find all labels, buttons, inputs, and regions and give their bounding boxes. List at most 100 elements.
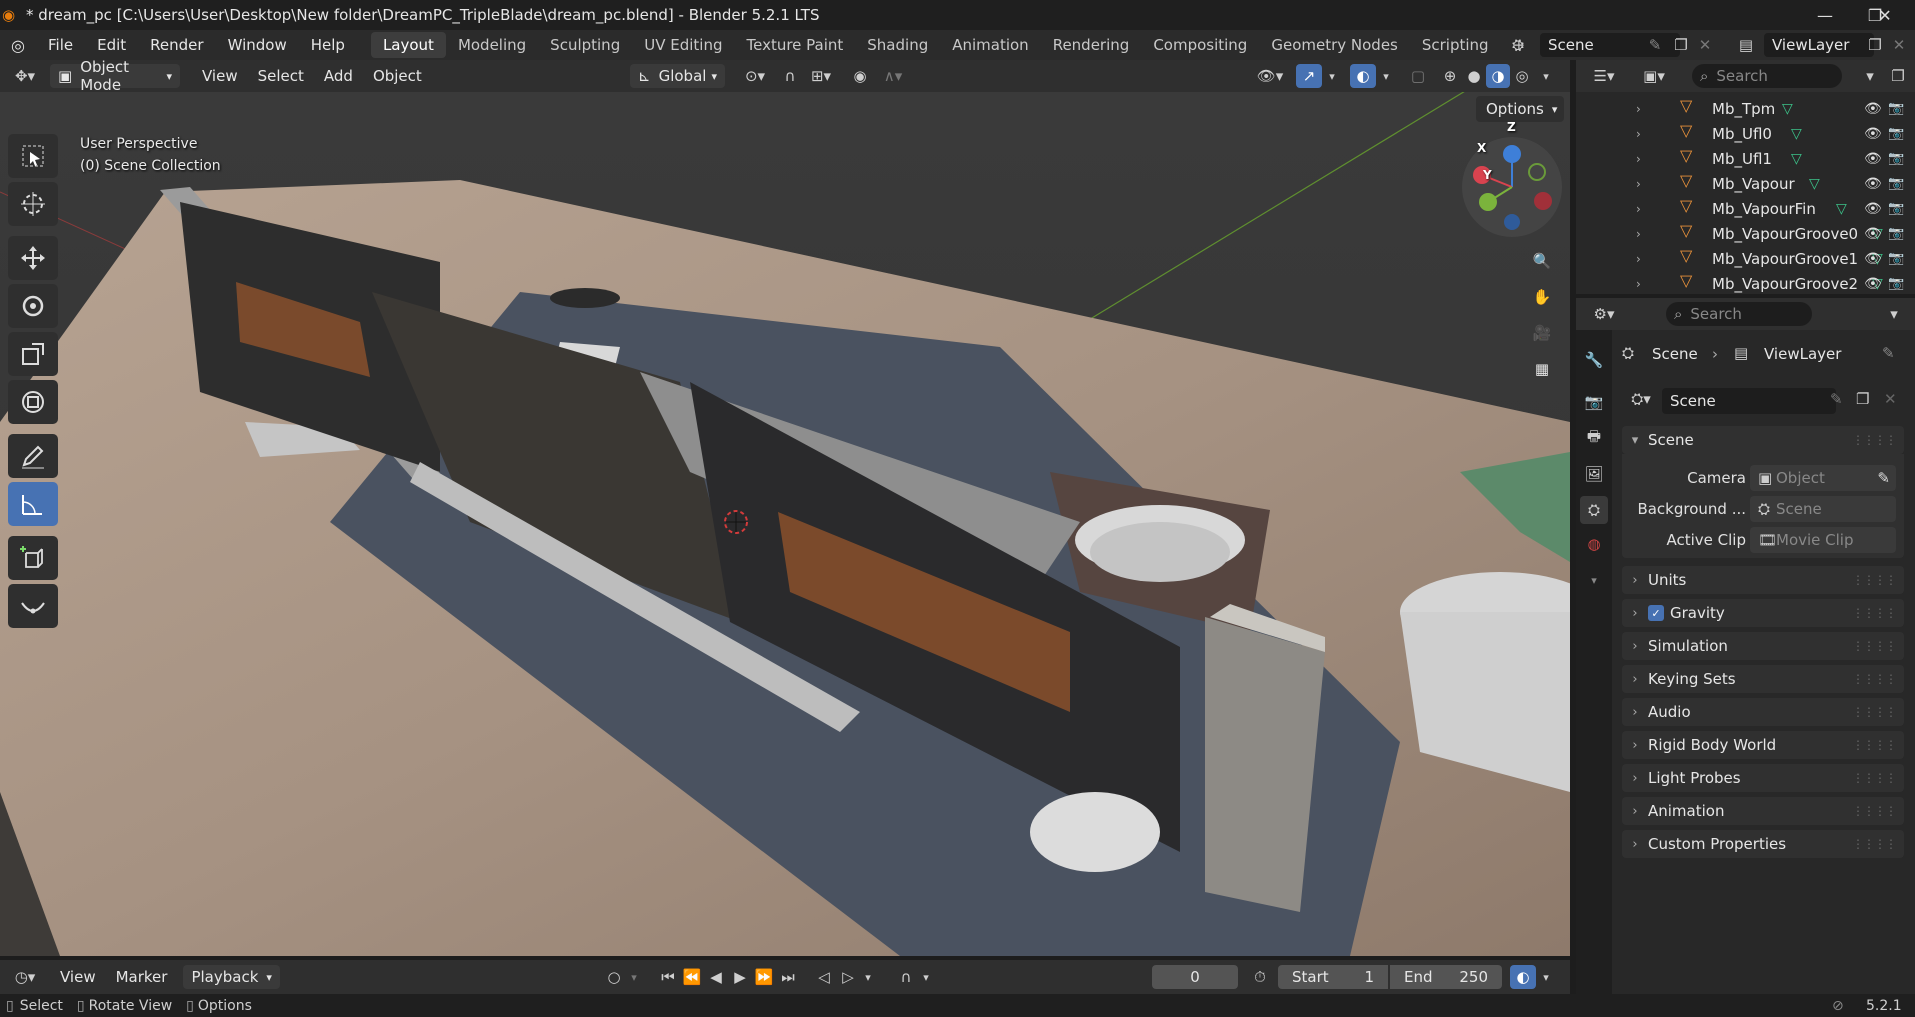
gizmo-x-label[interactable]: X (1477, 141, 1486, 155)
add-cube-tool[interactable] (8, 536, 58, 580)
visibility-eye-icon[interactable]: 👁 (1864, 251, 1882, 267)
transform-orientation-dropdown[interactable]: ⊾ Global ▾ (630, 64, 725, 88)
scene-datablock-icon[interactable]: ⛭▾ (1622, 390, 1660, 408)
visibility-eye-icon[interactable]: 👁 (1864, 176, 1882, 192)
drag-grip-icon[interactable]: ⋮⋮⋮⋮ (1852, 433, 1897, 447)
tab-layout[interactable]: Layout (370, 32, 446, 58)
end-frame-field[interactable]: End 250 (1390, 965, 1502, 989)
active-clip-field[interactable]: 🎞 Movie Clip (1750, 527, 1896, 553)
overlay-dropdown-icon[interactable]: ▾ (1378, 64, 1394, 88)
annotate-tool[interactable] (8, 434, 58, 478)
visibility-eye-icon[interactable]: 👁 (1864, 201, 1882, 217)
timeline-editor-type-icon[interactable]: ◷▾ (0, 968, 50, 986)
outliner-search[interactable]: ⌕ Search (1692, 64, 1842, 88)
panel-header[interactable]: › Audio ⋮⋮⋮⋮ (1622, 698, 1904, 726)
menu-edit[interactable]: Edit (85, 32, 138, 58)
more-tabs-chevron-icon[interactable]: ▾ (1580, 566, 1608, 594)
expand-chevron-icon[interactable]: › (1636, 127, 1641, 141)
delete-view-layer-icon[interactable]: ✕ (1888, 34, 1910, 56)
tab-texture-paint[interactable]: Texture Paint (734, 32, 855, 58)
jump-keyframe-forward-icon[interactable]: ⏩ (752, 965, 776, 989)
close-button[interactable]: ✕ (1860, 0, 1910, 30)
panel-header[interactable]: › Keying Sets ⋮⋮⋮⋮ (1622, 665, 1904, 693)
prev-keyframe-icon[interactable]: ◁ (812, 965, 836, 989)
jump-end-icon[interactable]: ⏭ (776, 965, 800, 989)
tab-rendering[interactable]: Rendering (1041, 32, 1142, 58)
outliner-item[interactable]: › ▽ Mb_VapourGroove1 ▽ 👁 📷 (1576, 246, 1915, 271)
expand-chevron-icon[interactable]: › (1636, 252, 1641, 266)
expand-chevron-icon[interactable]: › (1636, 152, 1641, 166)
play-icon[interactable]: ▶ (728, 965, 752, 989)
outliner-item[interactable]: › ▽ Mb_Ufl1 ▽ 👁 📷 (1576, 146, 1915, 171)
current-frame-field[interactable]: 0 (1152, 965, 1238, 989)
select-box-tool[interactable] (8, 134, 58, 178)
ortho-grid-icon[interactable]: ▦ (1527, 354, 1557, 384)
world-tab-icon[interactable]: ◍ (1580, 530, 1608, 558)
viewport-menu-view[interactable]: View (192, 64, 248, 88)
snap-target-icon[interactable]: ⊞▾ (804, 64, 838, 88)
move-tool[interactable] (8, 236, 58, 280)
visibility-icon[interactable]: 👁▾ (1250, 64, 1290, 88)
tool-settings-tab-icon[interactable]: 🔧 (1580, 346, 1608, 374)
snapping-magnet-icon[interactable]: ∩ (894, 965, 918, 989)
drag-grip-icon[interactable]: ⋮⋮⋮⋮ (1852, 606, 1897, 620)
scale-tool[interactable] (8, 332, 58, 376)
snap-icon[interactable]: ∩ (778, 64, 802, 88)
gizmo-toggle-icon[interactable]: ↗ (1296, 64, 1322, 88)
visibility-eye-icon[interactable]: 👁 (1864, 101, 1882, 117)
scene-panel-header[interactable]: ▾ Scene ⋮⋮⋮⋮ (1622, 426, 1904, 454)
gizmo-dropdown-icon[interactable]: ▾ (1324, 64, 1340, 88)
pan-hand-icon[interactable]: ✋ (1527, 282, 1557, 312)
outliner-item[interactable]: › ▽ Mb_Ufl0 ▽ 👁 📷 (1576, 121, 1915, 146)
display-mode-icon[interactable]: ▣▾ (1634, 64, 1674, 88)
panel-header[interactable]: › Units ⋮⋮⋮⋮ (1622, 566, 1904, 594)
outliner-item[interactable]: › ▽ Mb_VapourFin ▽ 👁 📷 (1576, 196, 1915, 221)
panel-header[interactable]: › Simulation ⋮⋮⋮⋮ (1622, 632, 1904, 660)
3d-viewport[interactable]: Z X Y User Perspective (0) Scene Collect… (0, 92, 1570, 956)
mesh-data-icon[interactable]: ▽ (1809, 176, 1820, 192)
zoom-icon[interactable]: 🔍 (1527, 246, 1557, 276)
gizmo-y-label[interactable]: Y (1483, 168, 1492, 182)
panel-header[interactable]: › Custom Properties ⋮⋮⋮⋮ (1622, 830, 1904, 858)
viewport-menu-add[interactable]: Add (314, 64, 363, 88)
visibility-eye-icon[interactable]: 👁 (1864, 126, 1882, 142)
drag-grip-icon[interactable]: ⋮⋮⋮⋮ (1852, 672, 1897, 686)
pin-icon[interactable]: ✎ (1882, 344, 1895, 362)
minimize-button[interactable]: — (1800, 0, 1850, 30)
eyedropper-icon[interactable]: ✎ (1877, 469, 1890, 487)
object-mode-dropdown[interactable]: ▣ Object Mode ▾ (50, 58, 180, 94)
outliner-item[interactable]: › ▽ Mb_Vapour ▽ 👁 📷 (1576, 171, 1915, 196)
snapping-dropdown-icon[interactable]: ▾ (918, 965, 934, 989)
tab-uv-editing[interactable]: UV Editing (632, 32, 734, 58)
mesh-data-icon[interactable]: ▽ (1836, 201, 1847, 217)
gizmo-z-label[interactable]: Z (1507, 120, 1516, 134)
timeline-overlay-dropdown-icon[interactable]: ▾ (1538, 965, 1554, 989)
jump-start-icon[interactable]: ⏮ (656, 965, 680, 989)
camera-view-icon[interactable]: 🎥 (1527, 318, 1557, 348)
render-camera-icon[interactable]: 📷 (1888, 276, 1904, 291)
tab-geometry-nodes[interactable]: Geometry Nodes (1259, 32, 1410, 58)
menu-help[interactable]: Help (299, 32, 357, 58)
next-keyframe-icon[interactable]: ▷ (836, 965, 860, 989)
play-reverse-icon[interactable]: ◀ (704, 965, 728, 989)
scene-icon[interactable]: ⛭ (1504, 34, 1532, 56)
render-camera-icon[interactable]: 📷 (1888, 126, 1904, 141)
keying-set-dropdown-icon[interactable]: ▾ (626, 965, 642, 989)
shading-dropdown-icon[interactable]: ▾ (1536, 64, 1556, 88)
scene-tab-icon[interactable]: ⛭ (1580, 496, 1608, 524)
render-camera-icon[interactable]: 📷 (1888, 251, 1904, 266)
outliner-item[interactable]: › ▽ Mb_VapourGroove0 ▽ 👁 📷 (1576, 221, 1915, 246)
render-tab-icon[interactable]: 📷 (1580, 388, 1608, 416)
tab-scripting[interactable]: Scripting (1410, 32, 1501, 58)
drag-grip-icon[interactable]: ⋮⋮⋮⋮ (1852, 738, 1897, 752)
drag-grip-icon[interactable]: ⋮⋮⋮⋮ (1852, 573, 1897, 587)
drag-grip-icon[interactable]: ⋮⋮⋮⋮ (1852, 639, 1897, 653)
falloff-icon[interactable]: ∧▾ (876, 64, 910, 88)
render-camera-icon[interactable]: 📷 (1888, 176, 1904, 191)
visibility-eye-icon[interactable]: 👁 (1864, 276, 1882, 292)
render-camera-icon[interactable]: 📷 (1888, 226, 1904, 241)
tab-compositing[interactable]: Compositing (1141, 32, 1259, 58)
fake-user-icon[interactable]: ✎ (1830, 390, 1843, 408)
drag-grip-icon[interactable]: ⋮⋮⋮⋮ (1852, 804, 1897, 818)
expand-chevron-icon[interactable]: › (1636, 277, 1641, 291)
